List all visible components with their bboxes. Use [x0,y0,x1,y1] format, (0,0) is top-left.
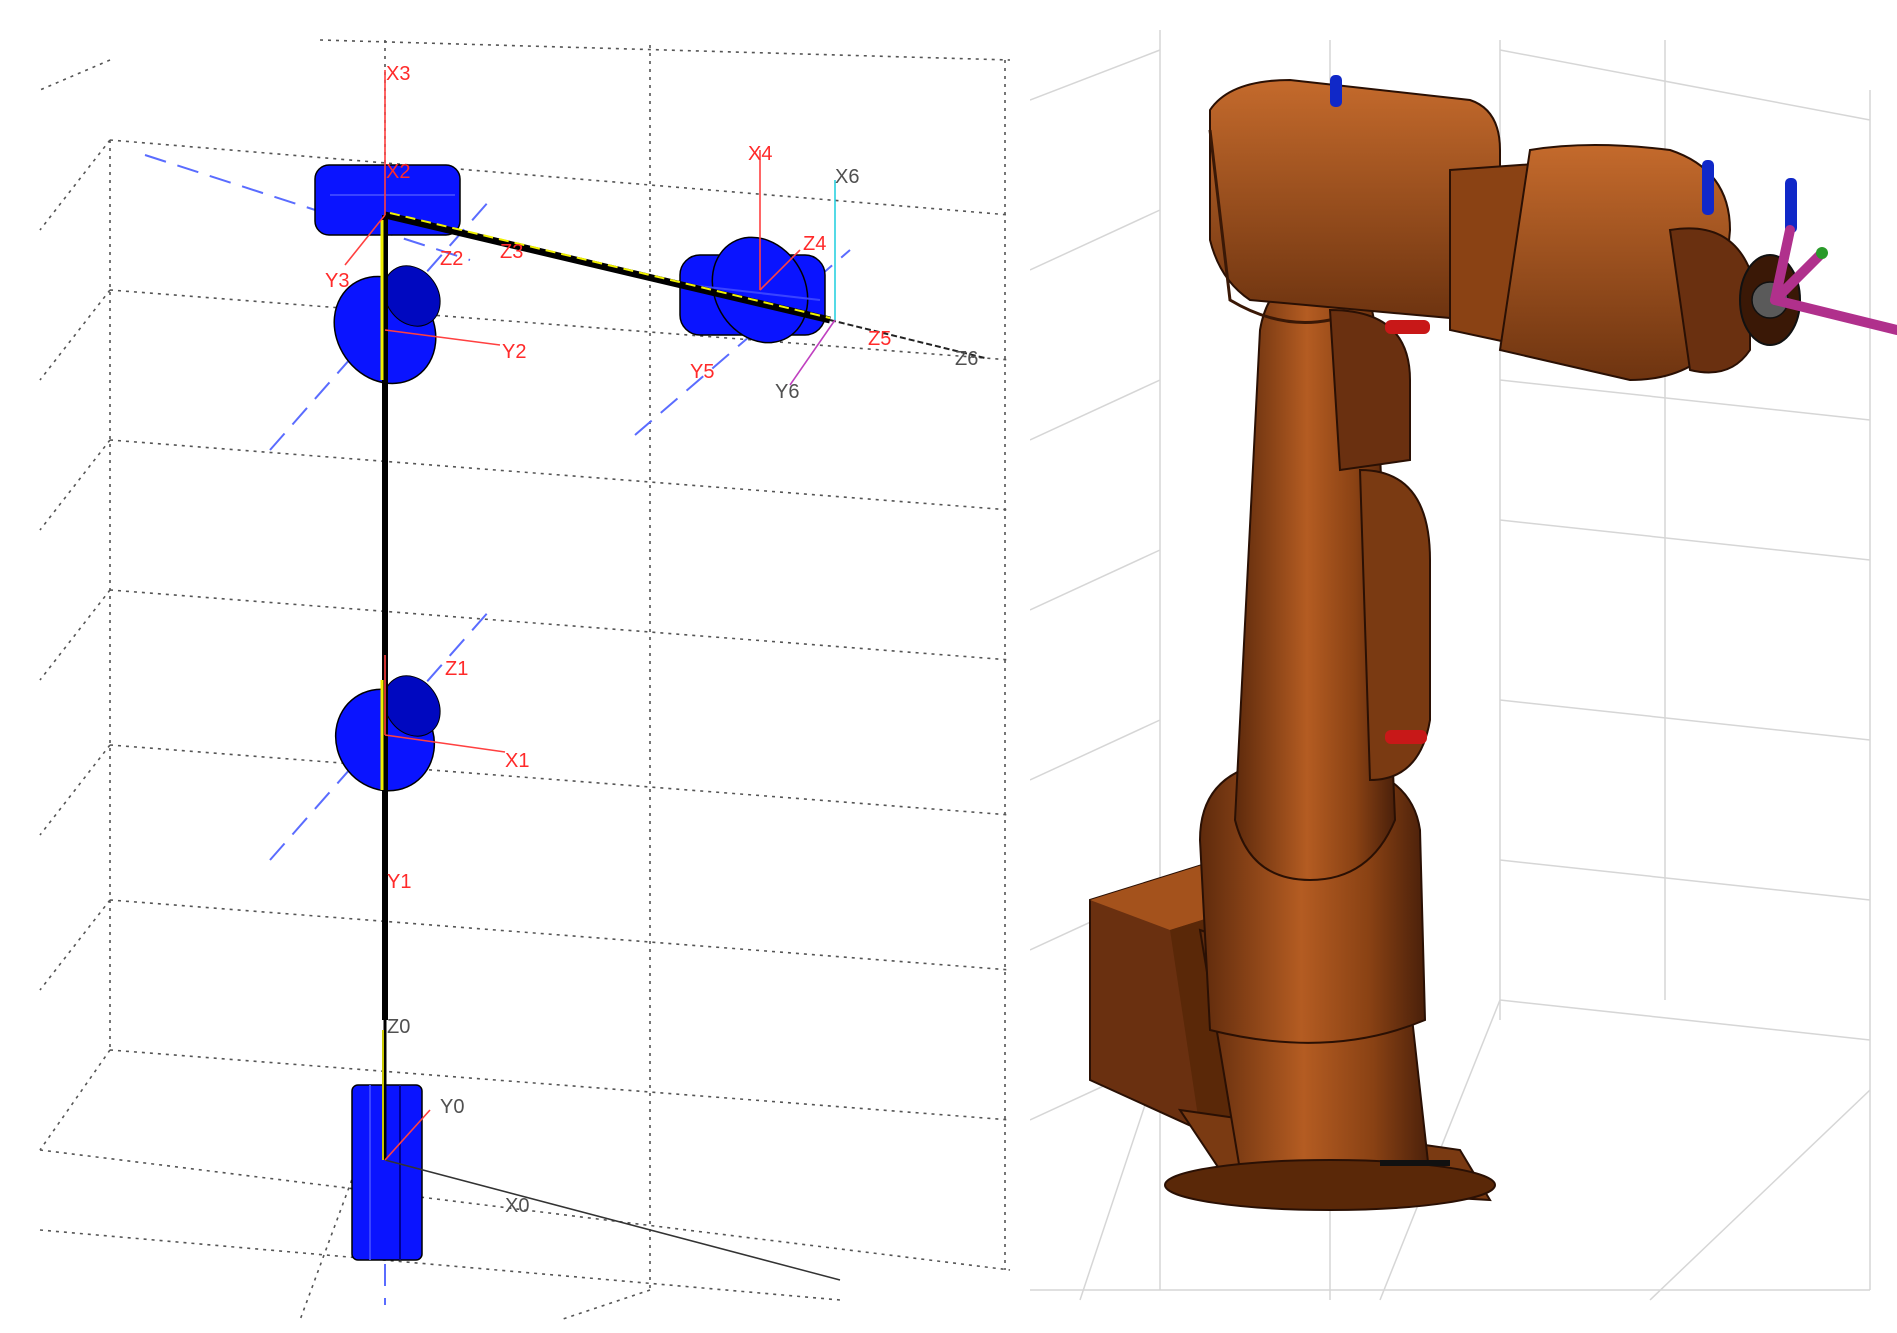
axis-marker-blue-3 [1785,178,1797,233]
joint-0 [351,1084,423,1261]
label-x2: X2 [386,161,410,183]
label-y6: Y6 [775,381,799,403]
label-z4: Z4 [803,233,826,255]
label-x6: X6 [835,166,859,188]
label-y5: Y5 [690,361,714,383]
label-x0: X0 [505,1195,529,1217]
label-x3: X3 [386,63,410,85]
links [380,211,986,1281]
label-z1: Z1 [445,658,468,680]
robot-render [1030,30,1897,1301]
label-z6: Z6 [955,348,978,370]
axis-marker-red-1 [1385,320,1430,334]
label-z3: Z3 [500,241,523,263]
kinematic-diagram: X3 X2 Y3 Z2 Z3 Y2 Z1 X1 Y1 Z0 Y0 X0 X4 Z… [39,39,1011,1321]
frame-labels: X3 X2 Y3 Z2 Z3 Y2 Z1 X1 Y1 Z0 Y0 X0 X4 Z… [325,63,978,1217]
label-y3: Y3 [325,270,349,292]
axis-marker-green-tip [1816,247,1828,259]
axis-marker-blue-1 [1330,75,1342,107]
label-y1: Y1 [387,871,411,893]
axis-marker-blue-2 [1702,160,1714,215]
kinematic-diagram-panel: X3 X2 Y3 Z2 Z3 Y2 Z1 X1 Y1 Z0 Y0 X0 X4 Z… [0,0,1030,1333]
label-z0: Z0 [387,1016,410,1038]
perspective-grid [39,39,1011,1321]
label-z2: Z2 [440,248,463,270]
label-y2: Y2 [502,341,526,363]
robot-render-panel [1030,0,1897,1333]
axis-marker-red-2 [1385,730,1427,744]
label-y0: Y0 [440,1096,464,1118]
label-x1: X1 [505,750,529,772]
label-x4: X4 [748,143,772,165]
label-z5: Z5 [868,328,891,350]
